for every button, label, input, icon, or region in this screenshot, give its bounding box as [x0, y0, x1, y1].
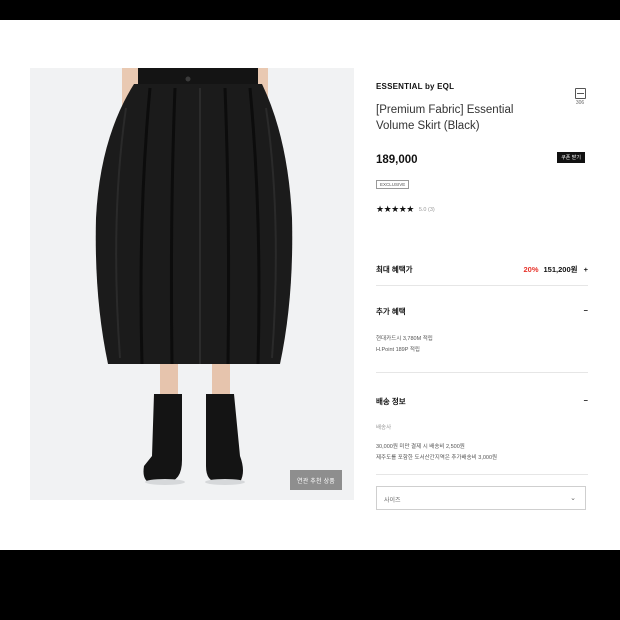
share-icon	[574, 88, 586, 99]
chevron-down-icon: ⌄	[570, 495, 576, 502]
collapse-minus-icon[interactable]: −	[584, 306, 588, 315]
skirt-model-illustration	[95, 68, 293, 485]
additional-benefit-label: 추가 혜택	[376, 307, 406, 316]
shipping-fee-list: 30,000원 미만 결제 시 배송비 2,500원 제주도를 포함한 도서산간…	[376, 442, 497, 464]
related-products-button[interactable]: 연관 추천 상품	[290, 470, 342, 490]
benefit-line: H.Point 189P 적립	[376, 347, 420, 353]
max-benefit-label: 최대 혜택가	[376, 265, 413, 274]
divider	[376, 474, 588, 475]
discount-rate: 20%	[523, 265, 539, 274]
divider	[376, 285, 588, 286]
rating[interactable]: ★★★★★ 5.0 (3)	[376, 204, 435, 215]
rating-value: 5.0 (3)	[418, 206, 435, 213]
expand-plus-icon[interactable]: +	[584, 265, 588, 274]
product-title: [Premium Fabric] Essential Volume Skirt …	[376, 104, 514, 132]
brand-name[interactable]: ESSENTIAL by EQL	[376, 82, 588, 91]
shipping-info-row[interactable]: 배송 정보 −	[376, 396, 588, 408]
collapse-minus-icon[interactable]: −	[584, 396, 588, 405]
star-rating-icon: ★★★★★	[376, 204, 414, 214]
product-price: 189,000	[376, 154, 418, 166]
size-select[interactable]: 사이즈 ⌄	[376, 486, 586, 510]
share-button[interactable]: 306	[572, 88, 588, 106]
shipping-info-label: 배송 정보	[376, 397, 406, 406]
max-benefit-row[interactable]: 최대 혜택가 20% 151,200원 +	[376, 264, 588, 276]
coupon-button[interactable]: 쿠폰 받기	[557, 152, 585, 163]
benefit-line: 현대카드시 3,780M 적립	[376, 336, 433, 342]
shipping-line: 30,000원 미만 결제 시 배송비 2,500원	[376, 444, 465, 450]
size-select-placeholder: 사이즈	[384, 498, 401, 504]
product-info-panel: ESSENTIAL by EQL [Premium Fabric] Essent…	[376, 82, 588, 510]
product-page: 연관 추천 상품 ESSENTIAL by EQL [Premium Fabri…	[0, 20, 620, 550]
shipping-line: 제주도를 포함한 도서산간지역은 추가배송비 3,000원	[376, 455, 498, 461]
max-benefit-price: 151,200원	[543, 265, 578, 274]
price-row: 189,000 쿠폰 받기	[376, 150, 588, 166]
product-image[interactable]: 연관 추천 상품	[30, 68, 354, 500]
share-count: 306	[575, 100, 585, 106]
additional-benefit-row[interactable]: 추가 혜택 −	[376, 306, 588, 318]
shipping-carrier: 배송사	[376, 425, 392, 431]
additional-benefit-list: 현대카드시 3,780M 적립 H.Point 189P 적립	[376, 334, 433, 356]
exclusive-tag: EXCLUSIVE	[376, 180, 410, 189]
divider	[376, 372, 588, 373]
